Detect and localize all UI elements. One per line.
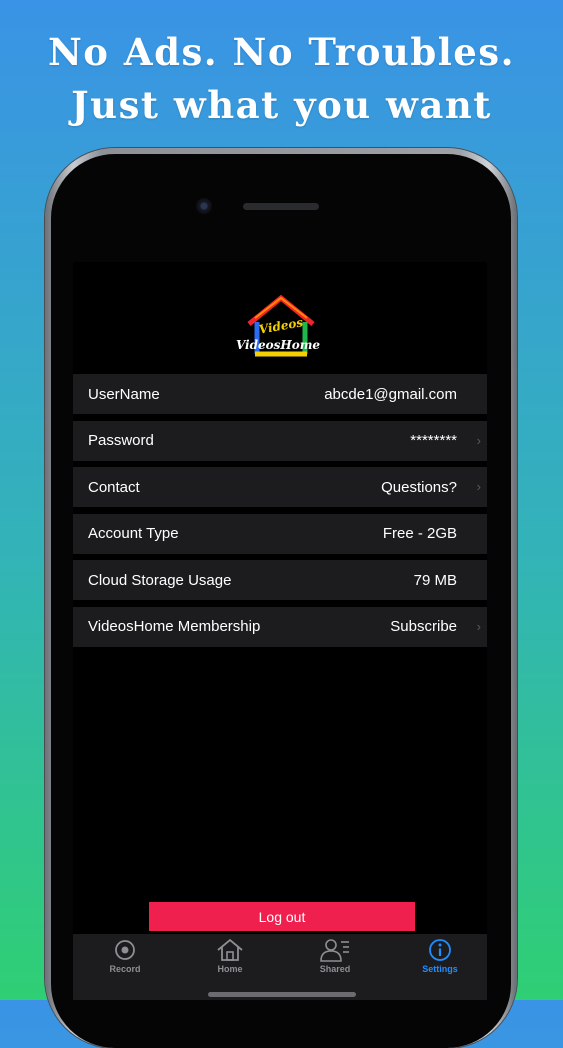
chevron-right-icon: › [476, 432, 481, 448]
settings-row-label: Password [88, 432, 154, 449]
chevron-right-icon: › [476, 479, 481, 494]
settings-row-username: UserName abcde1@gmail.com [73, 374, 487, 414]
tab-settings-label: Settings [422, 964, 458, 974]
settings-row-value: abcde1@gmail.com [324, 385, 457, 403]
promo-headline-line2: Just what you want [71, 83, 492, 127]
settings-row-cloud-storage-usage: Cloud Storage Usage 79 MB [73, 560, 487, 600]
shared-icon [320, 939, 349, 962]
settings-row-videoshome-membership[interactable]: VideosHome Membership Subscribe › [73, 606, 487, 647]
tab-record[interactable]: Record [80, 938, 170, 978]
front-camera [196, 198, 212, 214]
settings-row-value: ******** [410, 432, 457, 449]
tab-shared-label: Shared [319, 964, 351, 974]
tab-home-label: Home [217, 964, 243, 974]
settings-row-value: Subscribe [390, 618, 457, 635]
tab-settings[interactable]: Settings [395, 938, 485, 978]
app-screen: Videos VideosHome UserName abcde1@gmail.c… [73, 262, 487, 1000]
tab-record-label: Record [109, 964, 141, 974]
logo-badge-text: Videos [258, 315, 304, 337]
settings-row-value: 79 MB [413, 571, 457, 589]
app-logo-text: VideosHome [235, 338, 321, 352]
home-icon [217, 938, 243, 961]
settings-row-label: Account Type [88, 525, 179, 542]
logout-button[interactable]: Log out [149, 902, 415, 931]
settings-row-account-type: Account Type Free - 2GB [73, 513, 487, 554]
settings-row-value: Questions? [381, 478, 457, 496]
settings-row-value: Free - 2GB [382, 525, 457, 542]
tab-home[interactable]: Home [185, 938, 275, 978]
chevron-right-icon: › [476, 618, 481, 634]
settings-row-label: Cloud Storage Usage [88, 571, 232, 589]
earpiece-speaker [243, 203, 319, 210]
info-icon [429, 939, 451, 961]
tab-bar: Record Home Shared Settings [73, 934, 487, 1000]
promo-headline-line1: No Ads. No Troubles. [47, 30, 516, 74]
settings-row-label: VideosHome Membership [88, 618, 261, 635]
tab-shared[interactable]: Shared [290, 938, 380, 978]
settings-row-label: UserName [88, 385, 160, 403]
home-indicator[interactable] [208, 992, 356, 997]
settings-row-label: Contact [88, 478, 140, 496]
settings-list: UserName abcde1@gmail.com Password ********… [73, 374, 487, 653]
settings-row-contact[interactable]: Contact Questions? › [73, 467, 487, 507]
record-icon [115, 940, 135, 960]
settings-row-password[interactable]: Password ******** › [73, 420, 487, 461]
